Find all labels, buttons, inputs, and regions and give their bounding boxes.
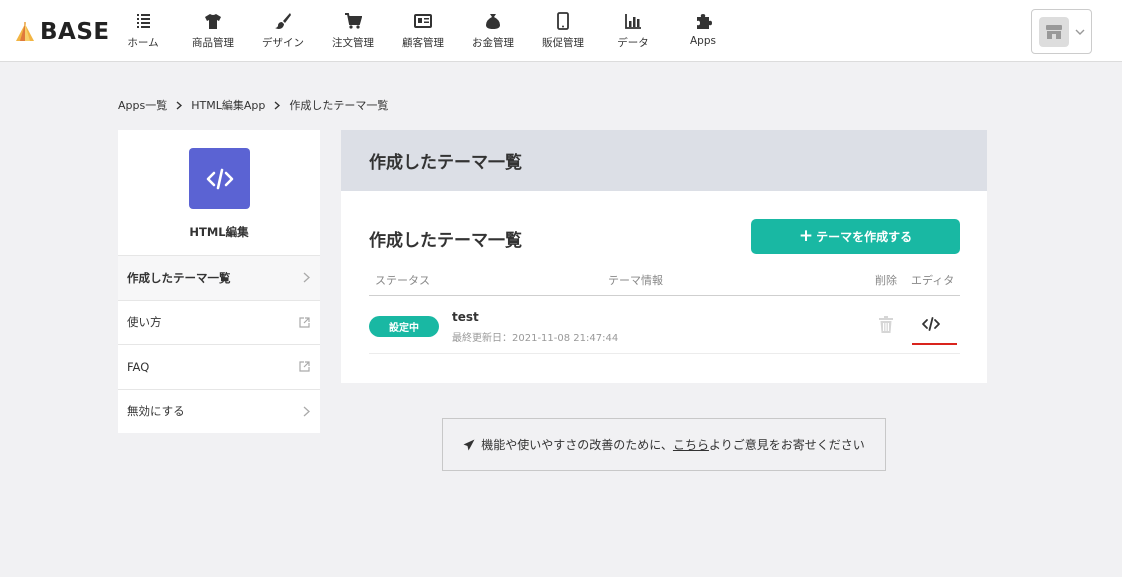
section-title: 作成したテーマ一覧	[369, 231, 522, 251]
nav-design[interactable]: デザイン	[248, 0, 318, 62]
chevron-right-icon	[176, 100, 183, 110]
chevron-right-icon	[303, 272, 310, 283]
sidebar-item-faq[interactable]: FAQ	[118, 344, 320, 389]
nav-products[interactable]: 商品管理	[178, 0, 248, 62]
chevron-down-icon	[1075, 29, 1085, 35]
nav-money[interactable]: お金管理	[458, 0, 528, 62]
app-name: HTML編集	[189, 225, 249, 239]
nav-data[interactable]: データ	[598, 0, 668, 62]
nav-label: Apps	[690, 35, 716, 47]
sidebar-item-theme-list[interactable]: 作成したテーマ一覧	[118, 255, 320, 300]
nav-label: データ	[617, 37, 649, 49]
app-icon	[189, 148, 250, 209]
theme-list-panel: 作成したテーマ一覧 作成したテーマ一覧 + テーマを作成する ステータス テーマ…	[341, 130, 987, 383]
sidebar-item-label: 無効にする	[127, 404, 185, 419]
paintbrush-icon	[275, 13, 291, 29]
logo-text: BASE	[40, 19, 110, 45]
external-link-icon	[299, 317, 310, 328]
sidebar-item-label: 作成したテーマ一覧	[127, 270, 231, 285]
chevron-right-icon	[303, 406, 310, 417]
nav-label: お金管理	[472, 37, 514, 49]
nav-label: ホーム	[127, 37, 159, 49]
table-header: ステータス テーマ情報 削除 エディタ	[369, 272, 960, 296]
shop-switcher[interactable]	[1031, 9, 1092, 54]
trash-icon[interactable]	[879, 316, 893, 333]
money-bag-icon	[486, 14, 500, 29]
feedback-text-before: 機能や使いやすさの改善のために、	[481, 438, 673, 452]
nav-label: デザイン	[262, 37, 304, 49]
create-theme-button[interactable]: + テーマを作成する	[751, 219, 960, 254]
theme-updated-date: 最終更新日：2021-11-08 21:47:44	[452, 333, 619, 344]
status-badge: 設定中	[369, 316, 439, 337]
chevron-right-icon	[274, 100, 281, 110]
column-theme-info: テーマ情報	[608, 274, 663, 287]
sidebar-menu: 作成したテーマ一覧 使い方 FAQ 無効にする	[118, 255, 320, 433]
tshirt-icon	[205, 14, 221, 29]
smartphone-icon	[557, 12, 569, 30]
nav-home[interactable]: ホーム	[108, 0, 178, 62]
code-icon	[206, 168, 233, 189]
nav-customers[interactable]: 顧客管理	[388, 0, 458, 62]
id-card-icon	[414, 14, 432, 28]
nav-promotion[interactable]: 販促管理	[528, 0, 598, 62]
feedback-link[interactable]: こちら	[673, 436, 709, 453]
column-delete: 削除	[875, 274, 897, 287]
home-list-icon	[137, 14, 150, 28]
main-nav: ホーム 商品管理 デザイン 注文管理 顧客管理 お金管理 販促管理 データ Ap…	[108, 0, 738, 62]
table-row: 設定中 test 最終更新日：2021-11-08 21:47:44	[369, 297, 960, 354]
column-editor: エディタ	[911, 274, 955, 287]
shop-avatar	[1039, 16, 1069, 47]
app-sidebar: HTML編集 作成したテーマ一覧 使い方 FAQ 無効にする	[118, 130, 320, 433]
nav-label: 注文管理	[332, 37, 374, 49]
paper-plane-icon	[463, 439, 475, 450]
top-navigation-bar: BASE ホーム 商品管理 デザイン 注文管理 顧客管理 お金管理 販促管理 デ…	[0, 0, 1122, 62]
code-icon[interactable]	[921, 317, 941, 331]
editor-highlight-underline	[912, 343, 957, 345]
external-link-icon	[299, 361, 310, 372]
sidebar-item-label: FAQ	[127, 359, 150, 374]
breadcrumb-apps[interactable]: Apps一覧	[118, 97, 167, 113]
sidebar-item-disable[interactable]: 無効にする	[118, 388, 320, 434]
cart-icon	[345, 13, 362, 29]
sidebar-item-how-to[interactable]: 使い方	[118, 299, 320, 345]
breadcrumb-current: 作成したテーマ一覧	[289, 99, 389, 112]
feedback-text-after: よりご意見をお寄せください	[708, 438, 865, 452]
breadcrumb-html-app[interactable]: HTML編集App	[191, 97, 265, 113]
puzzle-icon	[697, 14, 712, 29]
store-icon	[1046, 24, 1062, 39]
theme-name: test	[452, 310, 479, 324]
sidebar-item-label: 使い方	[127, 315, 162, 330]
page-title: 作成したテーマ一覧	[369, 153, 522, 173]
bar-chart-icon	[625, 14, 641, 29]
plus-icon: +	[798, 226, 814, 246]
breadcrumb: Apps一覧 HTML編集App 作成したテーマ一覧	[118, 97, 388, 113]
feedback-banner: 機能や使いやすさの改善のために、 こちら よりご意見をお寄せください	[442, 418, 886, 471]
tent-logo-icon	[16, 22, 34, 41]
base-logo[interactable]: BASE	[14, 19, 110, 45]
panel-header: 作成したテーマ一覧	[341, 130, 987, 191]
column-status: ステータス	[375, 274, 430, 287]
nav-orders[interactable]: 注文管理	[318, 0, 388, 62]
create-theme-label: テーマを作成する	[816, 230, 913, 244]
nav-label: 顧客管理	[402, 37, 444, 49]
nav-label: 商品管理	[192, 37, 234, 49]
nav-label: 販促管理	[542, 37, 584, 49]
nav-apps[interactable]: Apps	[668, 0, 738, 62]
